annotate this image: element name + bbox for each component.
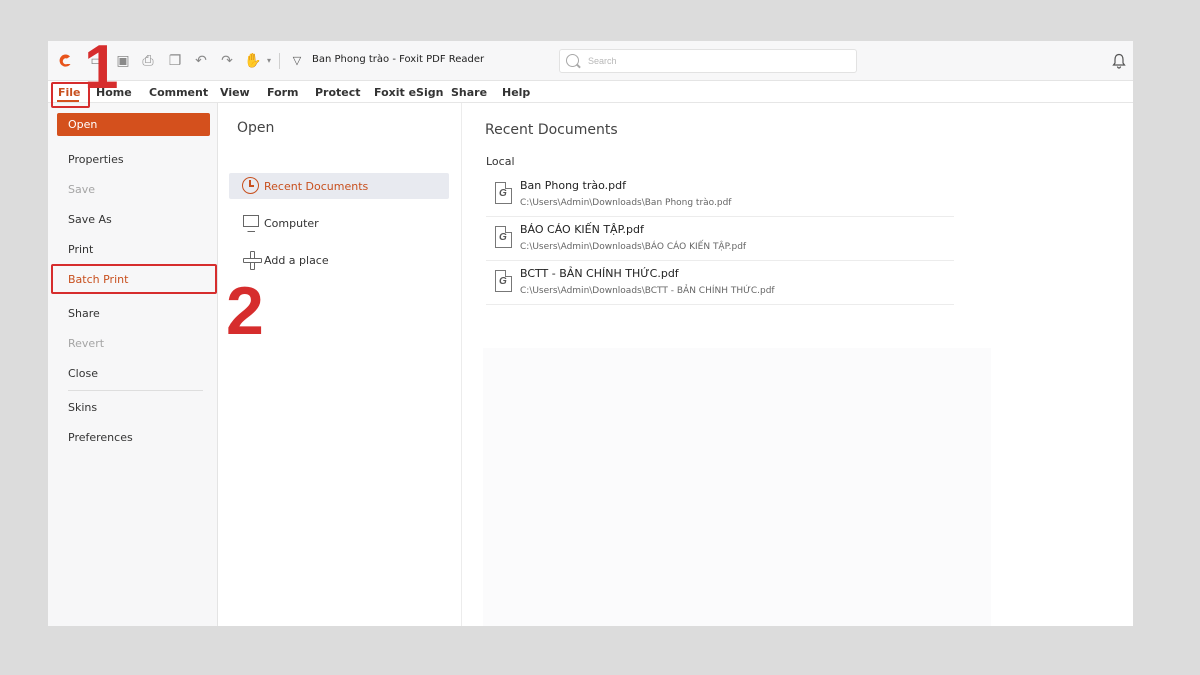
annotation-box-batch-print [51,264,217,294]
file-menu-properties[interactable]: Properties [68,153,124,166]
foxit-logo-icon[interactable] [56,52,74,70]
title-bar: ▭ ▣ ⎙ ❐ ↶ ↷ ✋ ▾ ▽ Ban Phong trào - Foxit… [48,41,1133,81]
annotation-step-2: 2 [226,273,264,349]
file-menu-open-label: Open [68,118,98,131]
file-menu-save-as[interactable]: Save As [68,213,112,226]
menu-protect[interactable]: Protect [315,86,361,99]
redo-icon[interactable]: ↷ [218,52,236,70]
menu-foxit-esign[interactable]: Foxit eSign [374,86,443,99]
recent-documents-pane: Recent Documents Local G Ban Phong trào.… [463,103,1133,626]
plus-icon [243,251,262,270]
search-box[interactable]: Search [559,49,857,73]
document-path: C:\Users\Admin\Downloads\BÁO CÁO KIẾN TẬ… [520,242,747,252]
file-menu-print[interactable]: Print [68,243,93,256]
monitor-icon [243,215,259,232]
menu-comment[interactable]: Comment [149,86,208,99]
search-placeholder: Search [588,56,617,66]
recent-documents-title: Recent Documents [485,122,618,138]
file-menu-preferences[interactable]: Preferences [68,431,133,444]
file-menu-divider [68,390,203,391]
preview-area [483,348,991,626]
place-label: Computer [264,217,319,230]
file-menu-close[interactable]: Close [68,367,98,380]
recent-document-item[interactable]: G BÁO CÁO KIẾN TẬP.pdf C:\Users\Admin\Do… [486,217,954,261]
page-icon[interactable]: ❐ [166,52,184,70]
document-name: BÁO CÁO KIẾN TẬP.pdf [520,223,644,236]
foxit-window: ▭ ▣ ⎙ ❐ ↶ ↷ ✋ ▾ ▽ Ban Phong trào - Foxit… [48,41,1133,626]
menu-help[interactable]: Help [502,86,530,99]
place-recent-documents[interactable]: Recent Documents [229,173,449,199]
recent-document-item[interactable]: G Ban Phong trào.pdf C:\Users\Admin\Down… [486,173,954,217]
open-places-pane: Open Recent Documents Computer Add a pla… [219,103,462,626]
place-computer[interactable]: Computer [229,210,449,236]
place-add-a-place[interactable]: Add a place [229,247,449,273]
menu-share[interactable]: Share [451,86,487,99]
place-label: Add a place [264,254,329,267]
file-menu-open[interactable]: Open [57,113,210,136]
file-menu-save: Save [68,183,96,196]
open-pane-title: Open [237,120,275,136]
print-icon[interactable]: ⎙ [139,52,157,70]
undo-icon[interactable]: ↶ [192,52,210,70]
file-menu-skins[interactable]: Skins [68,401,97,414]
menu-view[interactable]: View [220,86,250,99]
file-menu-sidebar: Open Properties Save Save As Print Batch… [48,103,218,626]
bell-icon[interactable] [1112,53,1126,69]
menu-bar: File Home Comment View Form Protect Foxi… [48,82,1133,103]
app-title: Ban Phong trào - Foxit PDF Reader [312,54,485,65]
file-menu-share[interactable]: Share [68,307,100,320]
document-name: Ban Phong trào.pdf [520,179,626,192]
annotation-step-1: 1 [84,41,119,102]
toolbar-separator [279,53,280,69]
pdf-file-icon: G [495,182,512,204]
place-label: Recent Documents [264,180,369,193]
customize-chevron-icon[interactable]: ▽ [288,52,306,70]
dropdown-icon[interactable]: ▾ [260,52,278,70]
clock-icon [242,177,259,194]
pdf-file-icon: G [495,270,512,292]
pdf-file-icon: G [495,226,512,248]
recent-document-item[interactable]: G BCTT - BẢN CHÍNH THỨC.pdf C:\Users\Adm… [486,261,954,305]
search-icon [566,54,579,67]
document-name: BCTT - BẢN CHÍNH THỨC.pdf [520,267,679,280]
local-section-label: Local [486,155,515,168]
file-menu-revert: Revert [68,337,105,350]
menu-form[interactable]: Form [267,86,299,99]
document-path: C:\Users\Admin\Downloads\BCTT - BẢN CHÍN… [520,286,775,296]
document-path: C:\Users\Admin\Downloads\Ban Phong trào.… [520,198,732,208]
